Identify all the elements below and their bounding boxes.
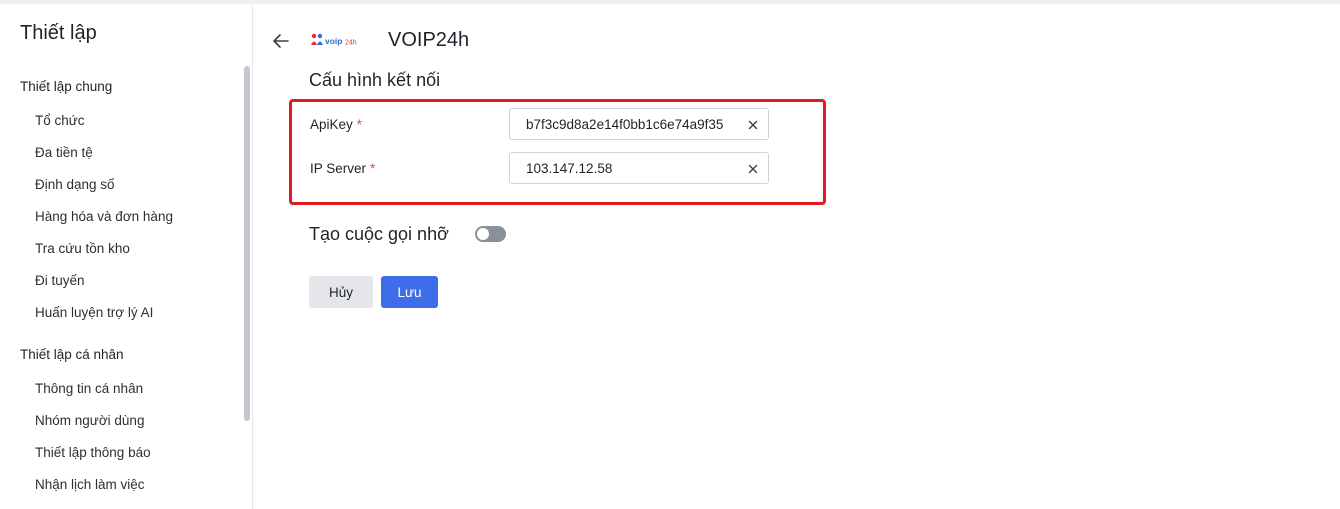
sidebar-item-user-groups[interactable]: Nhóm người dùng — [35, 413, 144, 428]
section-personal-title: Thiết lập cá nhân — [20, 347, 124, 362]
sidebar-scrollbar[interactable] — [244, 66, 250, 421]
sidebar-title: Thiết lập — [20, 22, 97, 44]
required-mark: * — [356, 117, 363, 132]
ip-server-label: IP Server * — [310, 161, 375, 176]
sidebar-item-personal-info[interactable]: Thông tin cá nhân — [35, 381, 143, 396]
back-arrow-icon[interactable] — [270, 30, 292, 52]
sidebar-item-organization[interactable]: Tổ chức — [35, 113, 85, 128]
missed-call-toggle[interactable] — [475, 226, 506, 242]
toggle-knob — [477, 228, 489, 240]
sidebar-item-multi-currency[interactable]: Đa tiền tệ — [35, 145, 93, 160]
clear-icon[interactable] — [746, 162, 760, 176]
missed-call-label: Tạo cuộc gọi nhỡ — [309, 224, 449, 244]
apikey-label: ApiKey * — [310, 117, 362, 132]
apikey-input[interactable]: b7f3c9d8a2e14f0bb1c6e74a9f35 — [509, 108, 769, 140]
svg-text:24h: 24h — [345, 40, 357, 47]
save-button[interactable]: Lưu — [381, 276, 438, 308]
sidebar-item-number-format[interactable]: Định dạng số — [35, 177, 115, 192]
section-general-title: Thiết lập chung — [20, 79, 113, 94]
connection-config-heading: Cấu hình kết nối — [309, 70, 441, 90]
cancel-button[interactable]: Hủy — [309, 276, 373, 308]
svg-text:voip: voip — [325, 36, 342, 46]
ip-server-value[interactable]: 103.147.12.58 — [526, 161, 744, 176]
sidebar-item-routes[interactable]: Đi tuyến — [35, 273, 85, 288]
ip-server-label-text: IP Server — [310, 161, 367, 176]
clear-icon[interactable] — [746, 118, 760, 132]
sidebar-item-work-schedule[interactable]: Nhận lịch làm việc — [35, 477, 145, 492]
sidebar-item-notifications[interactable]: Thiết lập thông báo — [35, 445, 151, 460]
settings-sidebar: Thiết lập Thiết lập chung Tổ chức Đa tiề… — [0, 4, 253, 509]
sidebar-item-ai-training[interactable]: Huấn luyện trợ lý AI — [35, 305, 153, 320]
apikey-label-text: ApiKey — [310, 117, 353, 132]
ip-server-input[interactable]: 103.147.12.58 — [509, 152, 769, 184]
apikey-value[interactable]: b7f3c9d8a2e14f0bb1c6e74a9f35 — [526, 117, 744, 132]
sidebar-item-goods-orders[interactable]: Hàng hóa và đơn hàng — [35, 209, 173, 224]
required-mark: * — [370, 161, 376, 176]
sidebar-item-inventory-lookup[interactable]: Tra cứu tồn kho — [35, 241, 130, 256]
voip24h-logo: voip 24h — [311, 33, 357, 47]
page-title: VOIP24h — [388, 29, 470, 51]
